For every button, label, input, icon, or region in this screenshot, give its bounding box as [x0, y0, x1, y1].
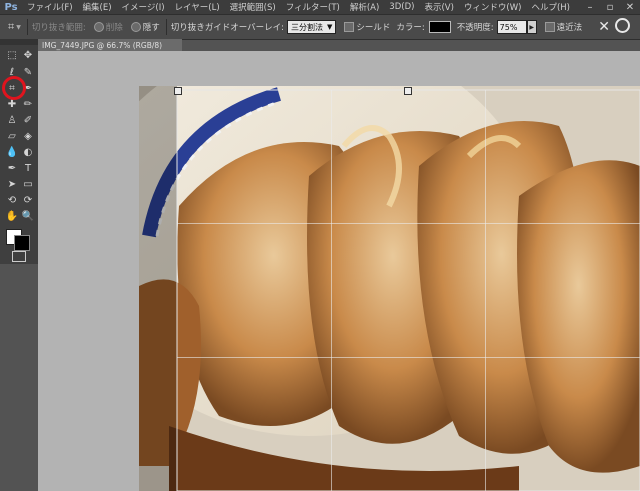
eraser-tool-icon[interactable]: ▱	[6, 130, 18, 142]
perspective-label: 遠近法	[556, 23, 583, 33]
crop-tool-preset-icon[interactable]: ⌗	[8, 20, 14, 34]
photoshop-logo: Ps	[4, 1, 18, 13]
menu-file[interactable]: ファイル(F)	[22, 1, 78, 13]
overlay-value: 三分割法	[291, 22, 324, 32]
menu-view[interactable]: 表示(V)	[419, 1, 458, 13]
opacity-stepper[interactable]: ▶	[526, 20, 537, 34]
grid-line-vertical-2	[485, 90, 486, 491]
dodge-tool-icon[interactable]: ◐	[22, 146, 34, 158]
paint-bucket-tool-icon[interactable]: ◈	[22, 130, 34, 142]
options-bar: ⌗ ▼ 切り抜き範囲: 削除 隠す 切り抜きガイドオーバーレイ: 三分割法 ▼ …	[0, 14, 640, 40]
cancel-crop-icon[interactable]: ✕	[598, 19, 610, 35]
color-label: カラー:	[396, 23, 425, 33]
grid-line-horizontal-2	[177, 357, 640, 358]
history-brush-tool-icon[interactable]: ✐	[22, 114, 34, 126]
crop-handle[interactable]	[404, 87, 412, 95]
shield-label: シールド	[356, 23, 391, 33]
type-tool-icon[interactable]: T	[22, 162, 34, 174]
crop-area-label: 切り抜き範囲:	[31, 23, 86, 33]
shield-checkbox[interactable]	[344, 22, 355, 32]
shield-color-swatch[interactable]	[428, 21, 451, 33]
hand-tool-icon[interactable]: ✋	[6, 210, 18, 222]
overlay-label: 切り抜きガイドオーバーレイ:	[170, 23, 285, 33]
blur-tool-icon[interactable]: 💧	[6, 146, 18, 158]
grid-line-horizontal-1	[177, 223, 640, 224]
menu-select[interactable]: 選択範囲(S)	[225, 1, 281, 13]
path-selection-tool-icon[interactable]: ➤	[6, 178, 18, 190]
menu-analysis[interactable]: 解析(A)	[345, 1, 384, 13]
commit-crop-icon[interactable]	[615, 18, 630, 33]
quick-select-tool-icon[interactable]: ✎	[22, 66, 34, 78]
grid-line-vertical-1	[331, 90, 332, 491]
menu-edit[interactable]: 編集(E)	[78, 1, 117, 13]
clone-stamp-tool-icon[interactable]: ♙	[6, 114, 18, 126]
3d-camera-tool-icon[interactable]: ⟳	[22, 194, 34, 206]
maximize-icon[interactable]: ▫	[600, 0, 620, 14]
quick-mask-icon[interactable]	[12, 251, 26, 262]
overlay-select[interactable]: 三分割法 ▼	[287, 20, 337, 34]
hide-label: 隠す	[142, 23, 160, 33]
crop-handle[interactable]	[174, 87, 182, 95]
hide-radio[interactable]	[130, 22, 141, 32]
perspective-checkbox[interactable]	[544, 22, 555, 32]
zoom-tool-icon[interactable]: 🔍	[22, 210, 34, 222]
close-icon[interactable]: ✕	[620, 0, 640, 14]
menu-help[interactable]: ヘルプ(H)	[526, 1, 575, 13]
pen-tool-icon[interactable]: ✒	[6, 162, 18, 174]
photo-gyoza-dumplings	[139, 86, 640, 491]
opacity-label: 不透明度:	[456, 23, 494, 33]
delete-radio[interactable]	[93, 22, 104, 32]
delete-label: 削除	[105, 23, 123, 33]
3d-rotate-tool-icon[interactable]: ⟲	[6, 194, 18, 206]
menu-layer[interactable]: レイヤー(L)	[170, 1, 225, 13]
tools-panel: ⬚ ✥ ℓ ✎ ⌗ ✒ ✚ ✏ ♙ ✐ ▱ ◈ 💧 ◐ ✒ T ➤ ▭ ⟲ ⟳ …	[0, 39, 39, 264]
menu-window[interactable]: ウィンドウ(W)	[459, 1, 527, 13]
highlight-circle	[2, 76, 26, 100]
rectangle-tool-icon[interactable]: ▭	[22, 178, 34, 190]
menu-3d[interactable]: 3D(D)	[384, 2, 419, 12]
menu-filter[interactable]: フィルター(T)	[281, 1, 345, 13]
chevron-down-icon[interactable]: ▼	[16, 24, 21, 31]
panel-grip[interactable]	[0, 39, 38, 45]
divider	[165, 19, 167, 35]
chevron-down-icon: ▼	[327, 23, 333, 31]
menu-bar: Ps ファイル(F) 編集(E) イメージ(I) レイヤー(L) 選択範囲(S)…	[0, 0, 640, 14]
background-color-swatch[interactable]	[14, 235, 30, 251]
move-tool-icon[interactable]: ✥	[22, 49, 34, 61]
divider	[26, 19, 28, 35]
minimize-icon[interactable]: –	[580, 0, 600, 14]
brush-tool-icon[interactable]: ✏	[22, 98, 34, 110]
marquee-tool-icon[interactable]: ⬚	[6, 49, 18, 61]
opacity-input[interactable]: 75%	[496, 20, 527, 34]
menu-image[interactable]: イメージ(I)	[117, 1, 170, 13]
document-tab[interactable]: IMG_7449.JPG @ 66.7% (RGB/8)	[38, 39, 182, 51]
window-controls: – ▫ ✕	[580, 0, 640, 14]
